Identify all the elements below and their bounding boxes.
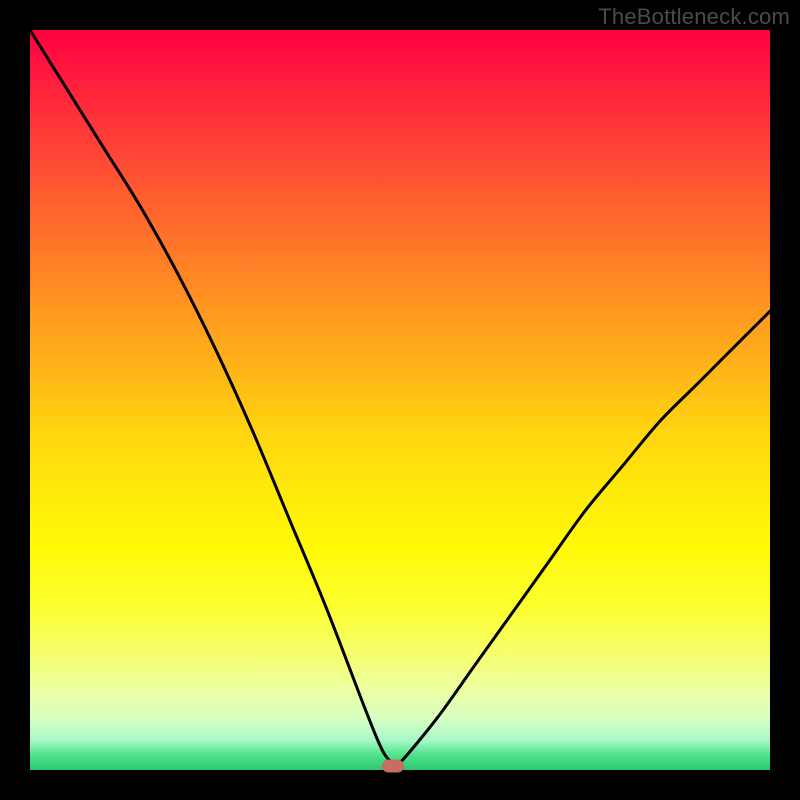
plot-area: [30, 30, 770, 770]
minimum-marker: [382, 759, 404, 772]
bottleneck-curve: [30, 30, 770, 770]
chart-frame: TheBottleneck.com: [0, 0, 800, 800]
watermark-text: TheBottleneck.com: [598, 4, 790, 30]
